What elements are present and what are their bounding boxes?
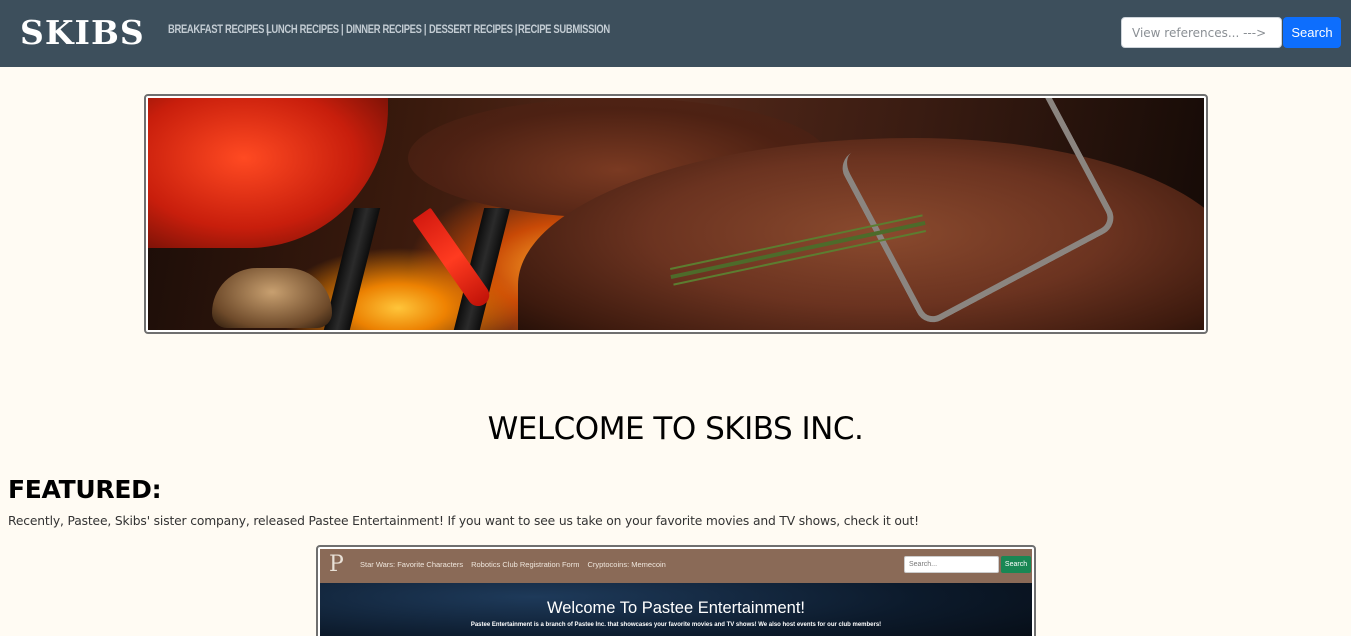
- nav-link-dessert[interactable]: DESSERT RECIPES |: [429, 24, 518, 36]
- pastee-preview-image: P Star Wars: Favorite Characters Robotic…: [320, 549, 1032, 636]
- preview-navbar: P Star Wars: Favorite Characters Robotic…: [320, 549, 1032, 583]
- brand-logo[interactable]: SKIBS: [20, 13, 145, 53]
- nav-link-dinner[interactable]: DINNER RECIPES |: [346, 24, 427, 36]
- welcome-heading: WELCOME TO SKIBS INC.: [487, 411, 864, 447]
- preview-search-button: Search: [1001, 556, 1031, 573]
- preview-subtitle: Pastee Entertainment is a branch of Past…: [470, 622, 882, 628]
- nav-link-recipe-submission[interactable]: RECIPE SUBMISSION: [518, 24, 610, 36]
- hero-banner-frame: [144, 94, 1208, 334]
- preview-nav-item: Star Wars: Favorite Characters: [360, 560, 464, 569]
- preview-nav-item: Robotics Club Registration Form: [471, 560, 580, 569]
- search-input[interactable]: [1121, 17, 1282, 48]
- preview-logo: P: [329, 552, 344, 577]
- nav-item-dessert[interactable]: DESSERT RECIPES |: [429, 24, 518, 36]
- nav-link-breakfast[interactable]: BREAKFAST RECIPES |: [168, 24, 269, 36]
- nav-item-breakfast[interactable]: BREAKFAST RECIPES |: [168, 24, 269, 36]
- search-button[interactable]: Search: [1283, 17, 1341, 48]
- mushroom: [212, 268, 332, 328]
- pastee-preview-frame[interactable]: P Star Wars: Favorite Characters Robotic…: [316, 545, 1036, 636]
- preview-search-input: Search...: [904, 556, 999, 573]
- top-navbar: SKIBS BREAKFAST RECIPES | LUNCH RECIPES …: [0, 0, 1351, 67]
- featured-description: Recently, Pastee, Skibs' sister company,…: [8, 514, 919, 528]
- preview-nav-item: Cryptocoins: Memecoin: [587, 560, 666, 569]
- hero-banner-image: [148, 98, 1204, 330]
- nav-item-recipe-submission[interactable]: RECIPE SUBMISSION: [518, 24, 610, 36]
- nav-item-lunch[interactable]: LUNCH RECIPES |: [266, 24, 346, 36]
- nav-item-dinner[interactable]: DINNER RECIPES |: [346, 24, 429, 36]
- nav-link-lunch[interactable]: LUNCH RECIPES |: [266, 24, 344, 36]
- featured-heading: FEATURED:: [8, 475, 162, 504]
- nav-links: BREAKFAST RECIPES | LUNCH RECIPES | DINN…: [168, 24, 610, 36]
- preview-title: Welcome To Pastee Entertainment!: [546, 599, 806, 617]
- preview-nav-links: Star Wars: Favorite Characters Robotics …: [360, 560, 666, 569]
